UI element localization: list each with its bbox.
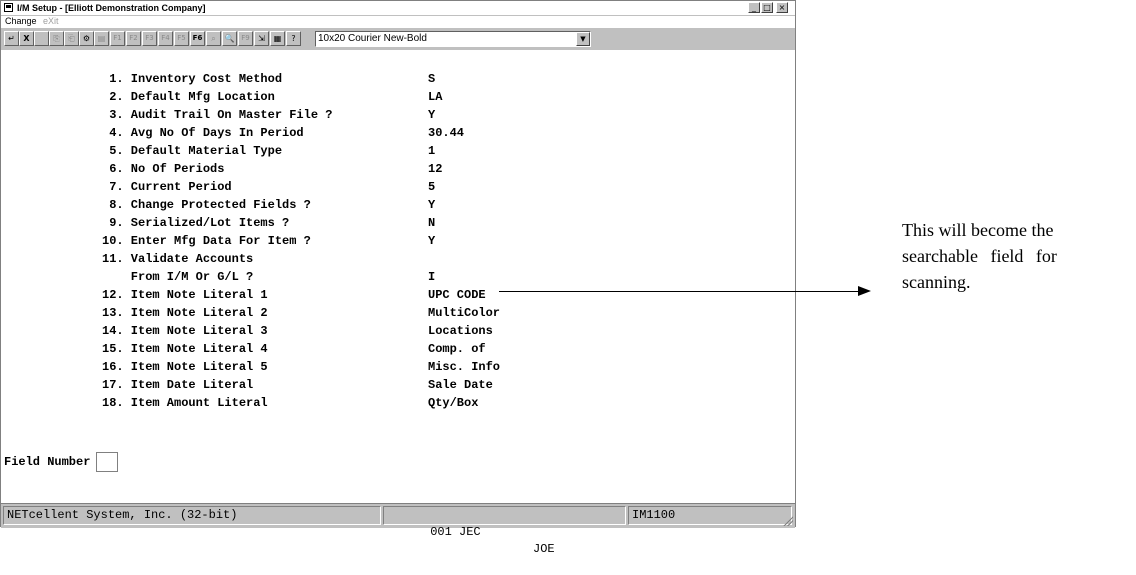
- maximize-button[interactable]: □: [761, 2, 773, 13]
- export-button[interactable]: ⇲: [254, 31, 269, 46]
- field-label: 11. Validate Accounts: [102, 252, 254, 266]
- field-value[interactable]: 30.44: [428, 124, 464, 142]
- field-value[interactable]: 5: [428, 178, 435, 196]
- f1-button[interactable]: F1: [110, 31, 125, 46]
- field-label: 2. Default Mfg Location: [102, 90, 275, 104]
- field-label: 8. Change Protected Fields ?: [102, 198, 311, 212]
- field-number-label: Field Number ?: [4, 455, 105, 469]
- annotation-line: [499, 291, 859, 292]
- exit-button[interactable]: X: [19, 31, 34, 46]
- font-select[interactable]: 10x20 Courier New-Bold ▼: [315, 31, 591, 47]
- minimize-button[interactable]: _: [748, 2, 760, 13]
- blank-button[interactable]: [34, 31, 49, 46]
- field-number-prompt: Field Number ?: [4, 452, 118, 472]
- field-value[interactable]: Y: [428, 196, 435, 214]
- f3-button[interactable]: F3: [142, 31, 157, 46]
- field-label: 5. Default Material Type: [102, 144, 283, 158]
- field-label: 7. Current Period: [102, 180, 232, 194]
- field-value[interactable]: UPC CODE: [428, 286, 486, 304]
- field-value[interactable]: N: [428, 214, 435, 232]
- copy-button[interactable]: ⎘: [49, 31, 64, 46]
- field-value[interactable]: S: [428, 70, 435, 88]
- menu-bar: Change eXit: [1, 15, 795, 27]
- field-value[interactable]: Locations: [428, 322, 493, 340]
- status-code: 001 JEC JOE: [383, 506, 626, 556]
- field-label: 6. No Of Periods: [102, 162, 225, 176]
- title-bar[interactable]: I/M Setup - [Elliott Demonstration Compa…: [1, 1, 795, 16]
- notes-button[interactable]: ▦: [270, 31, 285, 46]
- window-title: I/M Setup - [Elliott Demonstration Compa…: [17, 3, 206, 13]
- zoom-button[interactable]: 🔍: [222, 31, 237, 46]
- f2-button[interactable]: F2: [126, 31, 141, 46]
- properties-button[interactable]: ▤: [94, 31, 109, 46]
- status-code-text: 001 JEC: [430, 525, 481, 539]
- enter-button[interactable]: ↵: [4, 31, 19, 46]
- font-select-value: 10x20 Courier New-Bold: [318, 33, 427, 44]
- field-label: 9. Serialized/Lot Items ?: [102, 216, 290, 230]
- field-label: 15. Item Note Literal 4: [102, 342, 268, 356]
- annotation-arrow: [858, 286, 871, 296]
- field-value[interactable]: Sale Date: [428, 376, 493, 394]
- chevron-down-icon[interactable]: ▼: [576, 32, 590, 46]
- field-label: 3. Audit Trail On Master File ?: [102, 108, 333, 122]
- field-value[interactable]: LA: [428, 88, 442, 106]
- f9-button[interactable]: F9: [238, 31, 253, 46]
- annotation-line-3: scanning.: [902, 272, 971, 292]
- field-value[interactable]: Y: [428, 232, 435, 250]
- menu-change[interactable]: Change: [5, 15, 37, 27]
- field-label: 16. Item Note Literal 5: [102, 360, 268, 374]
- status-program: IM1100: [628, 506, 792, 525]
- setup-form: 1. Inventory Cost Method S 2. Default Mfg…: [1, 50, 795, 498]
- field-label: 18. Item Amount Literal: [102, 396, 268, 410]
- field-label: 4. Avg No Of Days In Period: [102, 126, 304, 140]
- status-bar: NETcellent System, Inc. (32-bit) 001 JEC…: [1, 503, 795, 556]
- close-button[interactable]: ×: [776, 2, 788, 13]
- annotation-line-1: This will become the: [902, 220, 1054, 240]
- field-number-input[interactable]: [96, 452, 118, 472]
- status-company: NETcellent System, Inc. (32-bit): [3, 506, 381, 525]
- f6-button[interactable]: F6: [190, 31, 205, 46]
- toolbar: ↵ X ⎘ ⎗ ⚙ ▤ F1 F2 F3 F4 F5 F6 ⌕ 🔍 F9 ⇲ ▦? 10x20 Courier …: [1, 27, 795, 51]
- status-user: JOE: [533, 542, 555, 556]
- find-button[interactable]: ⌕: [206, 31, 221, 46]
- field-label: 14. Item Note Literal 3: [102, 324, 268, 338]
- field-value[interactable]: Misc. Info: [428, 358, 500, 376]
- field-value[interactable]: Y: [428, 106, 435, 124]
- im-setup-window: I/M Setup - [Elliott Demonstration Compa…: [0, 0, 796, 556]
- field-value[interactable]: MultiColor: [428, 304, 500, 322]
- field-label: 1. Inventory Cost Method: [102, 72, 283, 86]
- field-value[interactable]: Comp. of: [428, 340, 486, 358]
- field-value[interactable]: Qty/Box: [428, 394, 478, 412]
- f5-button[interactable]: F5: [174, 31, 189, 46]
- field-label: 17. Item Date Literal: [102, 378, 254, 392]
- field-value[interactable]: 12: [428, 160, 442, 178]
- app-icon: [4, 3, 13, 12]
- field-label: 13. Item Note Literal 2: [102, 306, 268, 320]
- annotation-line-2: searchable field for: [902, 246, 1057, 266]
- help-button[interactable]: ?: [286, 31, 301, 46]
- menu-exit[interactable]: eXit: [43, 15, 59, 27]
- resize-grip[interactable]: [782, 515, 793, 526]
- field-value[interactable]: 1: [428, 142, 435, 160]
- field-value[interactable]: I: [428, 268, 435, 286]
- field-label: 12. Item Note Literal 1: [102, 288, 268, 302]
- annotation-text: This will become the searchable field fo…: [902, 217, 1136, 295]
- field-label: 10. Enter Mfg Data For Item ?: [102, 234, 311, 248]
- settings-button[interactable]: ⚙: [79, 31, 94, 46]
- field-label: From I/M Or G/L ?: [102, 270, 254, 284]
- f4-button[interactable]: F4: [158, 31, 173, 46]
- paste-button[interactable]: ⎗: [64, 31, 79, 46]
